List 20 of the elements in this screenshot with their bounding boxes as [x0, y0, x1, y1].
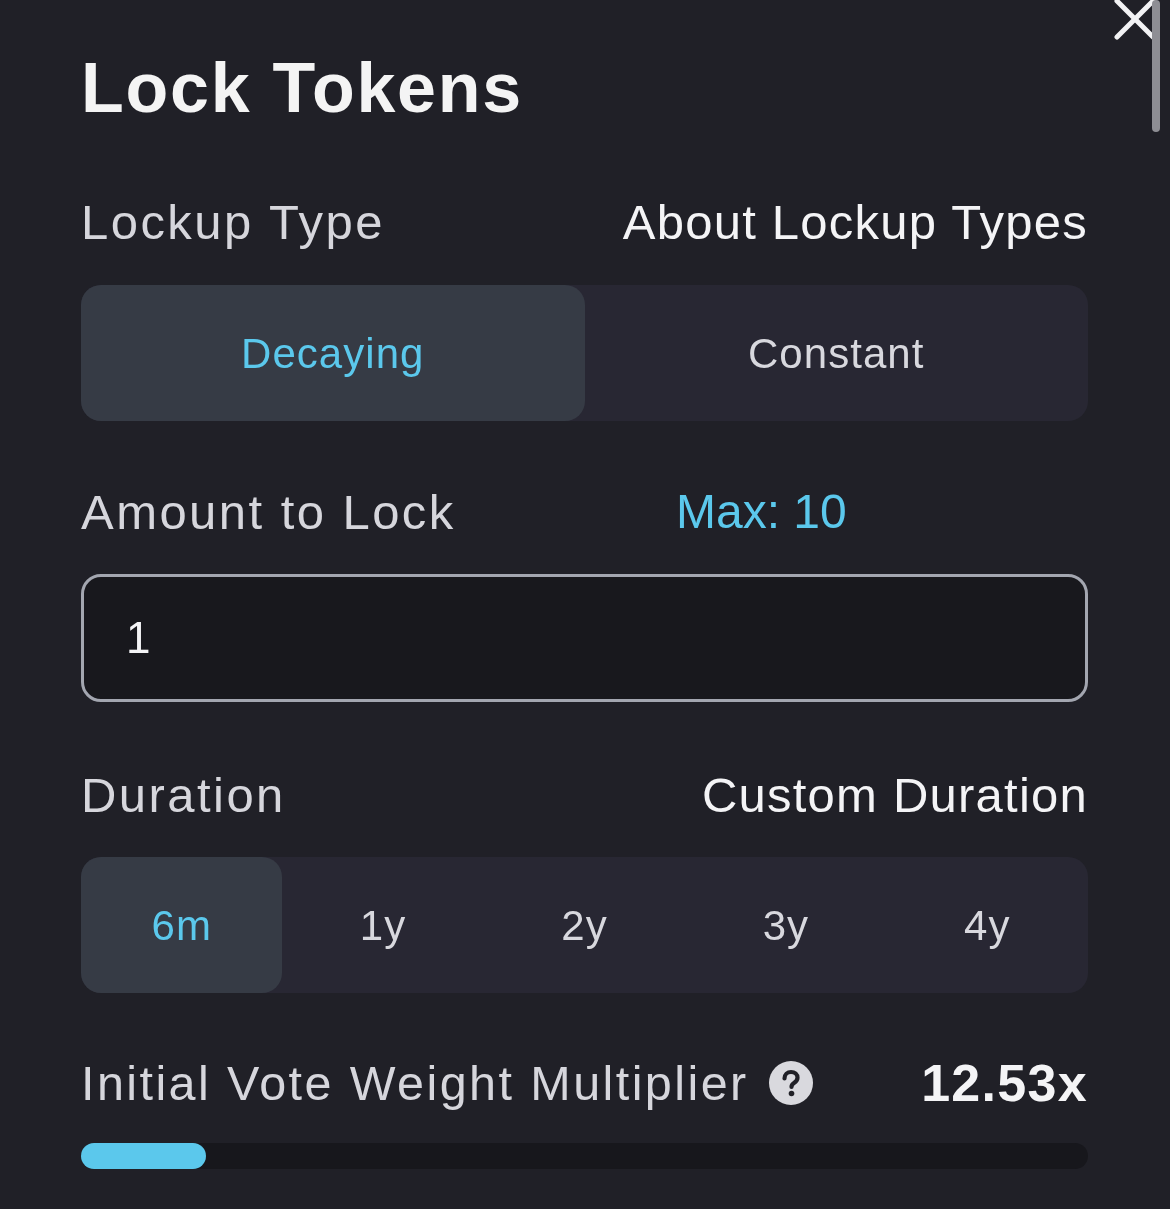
segment-tab[interactable]: 6m [81, 857, 283, 993]
segment-tab[interactable]: 4y [886, 857, 1088, 993]
segment-tab[interactable]: 1y [282, 857, 484, 993]
max-amount-link[interactable]: Max: 10 [676, 484, 847, 540]
close-icon[interactable] [1114, 0, 1156, 40]
custom-duration-link[interactable]: Custom Duration [701, 767, 1088, 823]
segment-tab[interactable]: 2y [483, 857, 686, 993]
amount-label: Amount to Lock [81, 484, 456, 540]
multiplier-value: 12.53x [921, 1055, 1088, 1111]
about-lockup-types-link[interactable]: About Lockup Types [622, 194, 1088, 250]
dialog-title: Lock Tokens [81, 50, 523, 126]
duration-label: Duration [81, 767, 286, 823]
segment-tab[interactable]: Constant [584, 285, 1088, 421]
multiplier-label: Initial Vote Weight Multiplier [81, 1055, 749, 1111]
segment-tab[interactable]: Decaying [81, 285, 585, 421]
amount-input[interactable]: 1 [81, 574, 1088, 702]
help-icon[interactable] [768, 1061, 813, 1105]
lockup-type-label: Lockup Type [81, 194, 385, 250]
segment-tab[interactable]: 3y [685, 857, 887, 993]
scrollbar-thumb[interactable] [1152, 0, 1160, 132]
